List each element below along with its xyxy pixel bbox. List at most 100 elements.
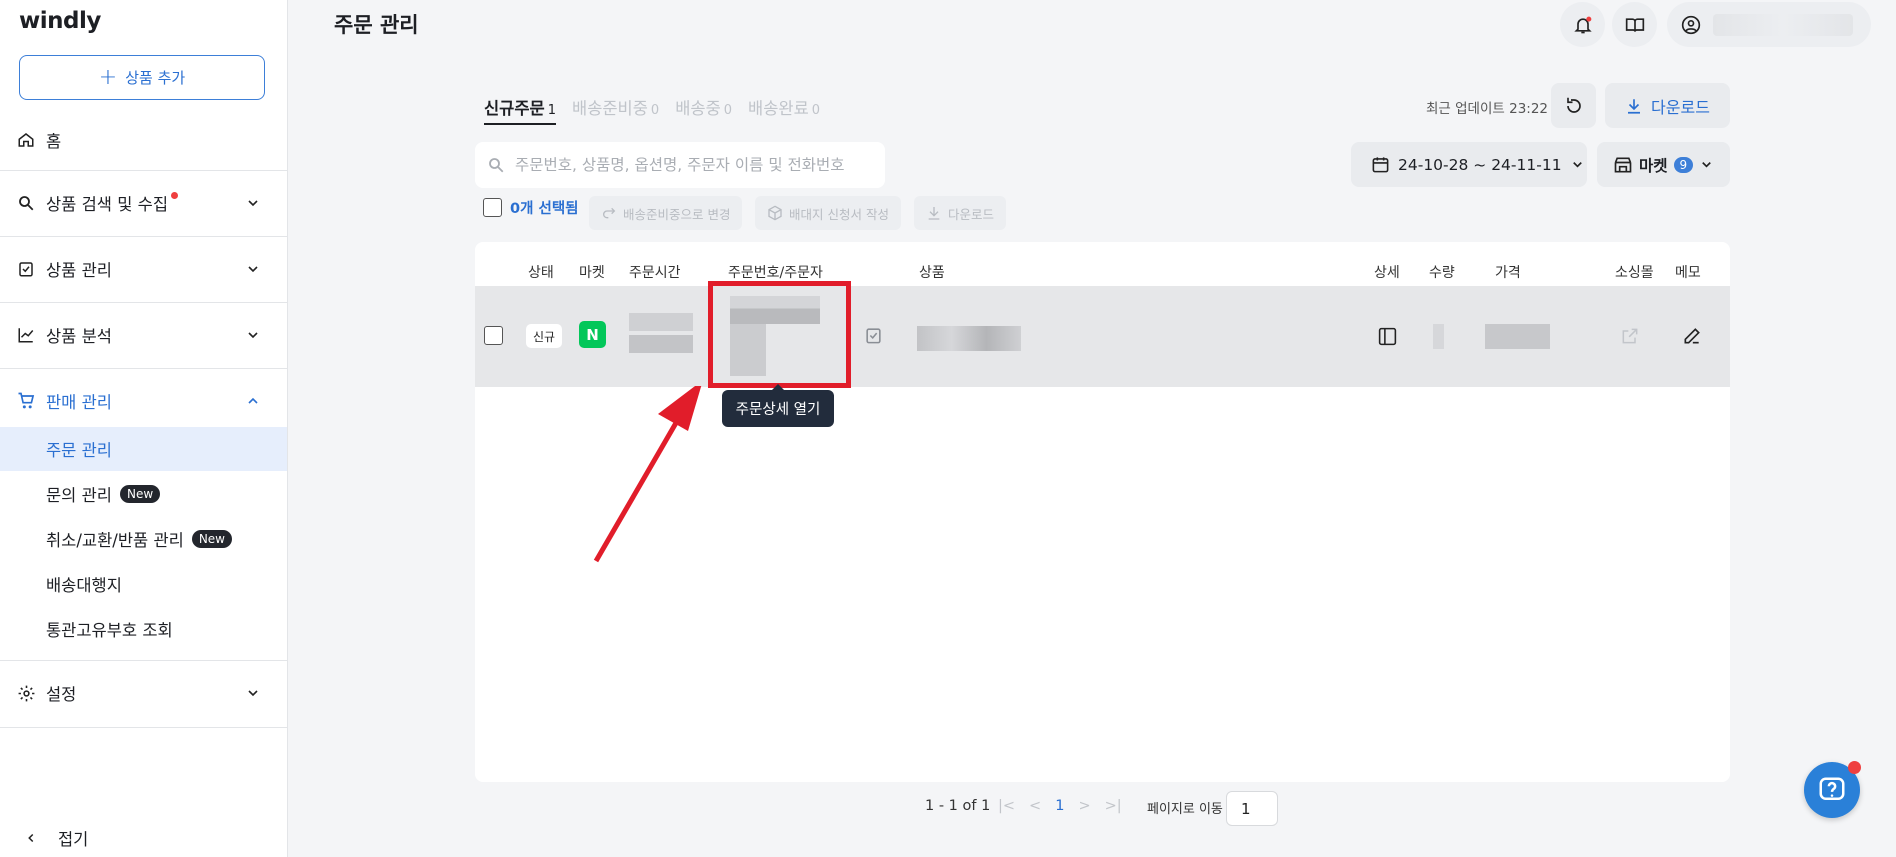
sidebar-item-forwarder[interactable]: 배송대행지 (0, 562, 287, 606)
clipboard-check-icon (16, 259, 36, 279)
annotation-arrow (593, 386, 702, 563)
box-icon (768, 205, 782, 221)
add-product-button[interactable]: + 상품 추가 (19, 55, 265, 100)
next-page-icon[interactable]: > (1078, 798, 1090, 814)
nav-home[interactable]: 홈 (0, 126, 287, 154)
nav-product-manage[interactable]: 상품 관리 (0, 255, 287, 283)
notification-dot (1848, 761, 1861, 774)
selected-count: 0개 선택됨 (510, 201, 579, 217)
collapse-sidebar-button[interactable]: 접기 (24, 826, 88, 850)
change-status-label: 배송준비중으로 변경 (623, 206, 731, 222)
divider (0, 727, 287, 728)
sidebar-item-label: 취소/교환/반품 관리 (46, 531, 184, 550)
help-button[interactable] (1804, 761, 1861, 818)
chevron-left-icon (28, 833, 34, 843)
guide-button[interactable] (1612, 2, 1657, 47)
book-icon (1625, 17, 1644, 32)
date-range-picker[interactable]: 24-10-28 ~ 24-11-11 (1351, 142, 1587, 187)
first-page-icon[interactable]: |< (998, 798, 1015, 814)
market-label: 마켓 (1639, 156, 1668, 175)
market-count-badge: 9 (1673, 156, 1694, 173)
logo[interactable]: windly (19, 8, 101, 34)
col-header-memo: 메모 (1675, 265, 1701, 281)
cart-icon (16, 391, 36, 411)
col-header-product: 상품 (919, 265, 945, 281)
order-time-redacted (629, 313, 693, 353)
divider (0, 660, 287, 661)
row-checkbox[interactable] (484, 326, 503, 345)
collapse-label: 접기 (58, 830, 89, 849)
refresh-icon (1566, 97, 1581, 113)
goto-page-input[interactable]: 1 (1226, 791, 1278, 826)
new-badge: New (191, 530, 232, 548)
col-header-sourcing-mall: 소싱몰 (1615, 265, 1654, 281)
profile-name-redacted (1713, 13, 1853, 36)
notification-dot (171, 191, 178, 199)
line-chart-icon (16, 325, 36, 345)
col-header-order-time: 주문시간 (629, 265, 681, 281)
bell-icon (1573, 16, 1592, 33)
notification-button[interactable] (1560, 2, 1605, 47)
change-to-preparing-button[interactable]: 배송준비중으로 변경 (589, 196, 743, 230)
selection-bar: 0개 선택됨 (483, 197, 579, 218)
last-page-icon[interactable]: >| (1105, 798, 1122, 814)
refresh-button[interactable] (1551, 83, 1596, 128)
tab-count: 0 (811, 103, 821, 118)
col-header-market: 마켓 (579, 265, 605, 281)
sidebar-item-order-manage[interactable]: 주문 관리 (0, 427, 287, 471)
chevron-up-icon (248, 397, 258, 404)
redo-icon (603, 207, 616, 219)
tab-label: 배송완료 (748, 99, 809, 118)
download-selected-button[interactable]: 다운로드 (914, 196, 1007, 230)
nav-sales-manage[interactable]: 판매 관리 (0, 387, 287, 415)
product-name-redacted (917, 326, 1021, 351)
divider (0, 170, 287, 171)
search-bar (475, 142, 885, 188)
col-header-order-number: 주문번호/주문자 (728, 265, 823, 281)
nav-home-label: 홈 (46, 132, 62, 151)
tab-count: 1 (547, 103, 557, 118)
tab-shipping[interactable]: 배송중 0 (675, 95, 732, 119)
sidebar-item-customs-code[interactable]: 통관고유부호 조회 (0, 607, 287, 651)
external-link-icon[interactable] (1620, 326, 1640, 350)
download-button[interactable]: 다운로드 (1605, 83, 1730, 128)
naver-market-icon: N (579, 321, 606, 348)
prev-page-icon[interactable]: < (1029, 798, 1041, 814)
edit-memo-icon[interactable] (1682, 326, 1702, 350)
current-page[interactable]: 1 (1055, 798, 1064, 814)
detail-panel-icon[interactable] (1377, 326, 1398, 351)
sidebar-item-label: 문의 관리 (46, 486, 112, 505)
search-icon (489, 158, 504, 173)
quantity-redacted (1433, 324, 1444, 349)
chevron-down-icon (1572, 162, 1582, 168)
sidebar: windly + 상품 추가 홈 상품 검색 및 수집 상품 관리 상품 분석 (0, 0, 288, 857)
tooltip: 주문상세 열기 (722, 384, 834, 427)
tab-new-orders[interactable]: 신규주문 1 (484, 95, 556, 125)
nav-product-analysis[interactable]: 상품 분석 (0, 321, 287, 349)
market-filter[interactable]: 마켓 9 (1597, 142, 1730, 187)
chevron-down-icon (248, 200, 258, 207)
user-icon (1681, 15, 1701, 34)
tab-count: 0 (650, 103, 660, 118)
nav-product-search[interactable]: 상품 검색 및 수집 (0, 189, 287, 217)
profile-menu[interactable] (1667, 2, 1871, 47)
tab-preparing[interactable]: 배송준비중 0 (572, 95, 659, 119)
search-icon (16, 193, 36, 213)
sidebar-item-inquiry-manage[interactable]: 문의 관리 New (0, 472, 287, 516)
nav-product-analysis-label: 상품 분석 (46, 327, 112, 346)
highlight-box (708, 281, 851, 388)
nav-settings[interactable]: 설정 (0, 679, 287, 707)
write-request-button[interactable]: 배대지 신청서 작성 (755, 196, 901, 230)
sidebar-item-return-manage[interactable]: 취소/교환/반품 관리 New (0, 517, 287, 561)
search-input[interactable] (515, 156, 875, 174)
store-icon (1614, 157, 1632, 172)
last-update-text: 최근 업데이트 23:22 (1426, 101, 1549, 117)
tab-label: 배송준비중 (572, 99, 648, 118)
col-header-price: 가격 (1495, 265, 1521, 281)
chevron-down-icon (248, 690, 258, 697)
tab-count: 0 (723, 103, 733, 118)
download-icon (928, 207, 940, 220)
check-icon[interactable] (864, 326, 883, 349)
tab-delivered[interactable]: 배송완료 0 (748, 95, 820, 119)
select-all-checkbox[interactable] (483, 198, 502, 217)
